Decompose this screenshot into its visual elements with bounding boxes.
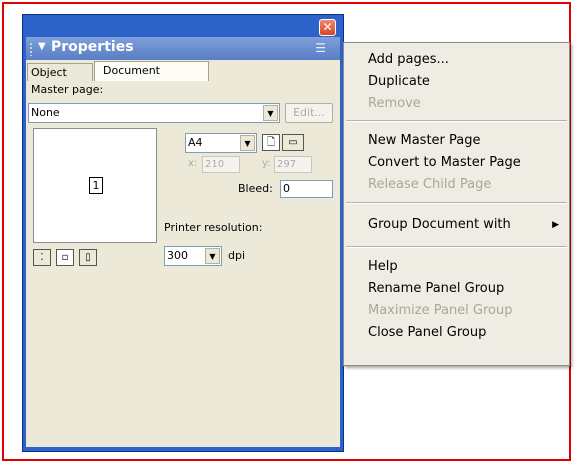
bleed-label: Bleed:: [238, 182, 273, 195]
menu-item-help[interactable]: Help: [344, 256, 569, 278]
menu-item-new-master-page[interactable]: New Master Page: [344, 130, 569, 152]
master-page-value: None: [31, 106, 60, 119]
single-page-icon[interactable]: ▯: [79, 249, 97, 266]
y-input[interactable]: 297: [274, 156, 312, 173]
menu-separator: [346, 246, 567, 248]
menu-item-release-child-page[interactable]: Release Child Page: [344, 174, 569, 196]
page-size-value: A4: [188, 136, 203, 149]
menu-item-maximize-panel-group[interactable]: Maximize Panel Group: [344, 300, 569, 322]
gripper-handle[interactable]: [29, 42, 33, 56]
bleed-input[interactable]: 0: [280, 180, 333, 198]
y-label: y:: [262, 158, 271, 169]
x-input[interactable]: 210: [202, 156, 240, 173]
menu-item-rename-panel-group[interactable]: Rename Panel Group: [344, 278, 569, 300]
page-scatter-icon[interactable]: ⁚: [33, 249, 51, 266]
landscape-icon[interactable]: ▭: [282, 134, 304, 151]
panel-title: Properties: [51, 39, 134, 55]
page-flow-icon[interactable]: ▫: [56, 249, 74, 266]
menu-item-convert-to-master-page[interactable]: Convert to Master Page: [344, 152, 569, 174]
tab-object[interactable]: Object: [27, 63, 93, 81]
options-menu-icon[interactable]: ☰: [315, 41, 326, 55]
close-icon[interactable]: ✕: [319, 19, 336, 36]
menu-item-group-document-with-label: Group Document with: [368, 217, 511, 232]
menu-separator: [346, 120, 567, 122]
tab-document[interactable]: Document: [94, 61, 209, 81]
page-preview: 1: [33, 128, 157, 243]
page-number-box: 1: [89, 177, 103, 194]
menu-item-add-pages[interactable]: Add pages...: [344, 49, 569, 71]
window-title-bar[interactable]: ✕: [23, 15, 343, 37]
resolution-value: 300: [167, 249, 188, 262]
panel-body: ▼ Properties ☰ Object Document Master pa…: [26, 37, 340, 447]
printer-resolution-label: Printer resolution:: [164, 221, 263, 234]
portrait-icon[interactable]: 🗋: [262, 134, 280, 151]
master-page-select[interactable]: None ▼: [28, 103, 280, 123]
master-page-label: Master page:: [31, 83, 104, 96]
chevron-down-icon[interactable]: ▼: [240, 135, 255, 151]
document-tab-content: Master page: None ▼ Edit... 1 A4 ▼ 🗋 ▭ x…: [26, 81, 340, 447]
dpi-label: dpi: [228, 249, 246, 262]
menu-item-close-panel-group[interactable]: Close Panel Group: [344, 322, 569, 344]
resolution-select[interactable]: 300 ▼: [164, 246, 222, 266]
menu-item-group-document-with[interactable]: Group Document with ▶: [344, 214, 569, 236]
collapse-arrow-icon[interactable]: ▼: [38, 41, 46, 52]
edit-button[interactable]: Edit...: [285, 103, 333, 123]
context-menu: Add pages... Duplicate Remove New Master…: [343, 42, 570, 366]
panel-header[interactable]: ▼ Properties ☰: [26, 37, 340, 60]
chevron-down-icon[interactable]: ▼: [263, 105, 278, 121]
menu-item-remove[interactable]: Remove: [344, 93, 569, 115]
chevron-down-icon[interactable]: ▼: [205, 248, 220, 264]
submenu-arrow-icon: ▶: [552, 220, 559, 230]
page-size-select[interactable]: A4 ▼: [185, 133, 257, 153]
properties-window: ✕ ▼ Properties ☰ Object Document Master …: [22, 14, 344, 452]
x-label: x:: [188, 158, 198, 169]
menu-item-duplicate[interactable]: Duplicate: [344, 71, 569, 93]
menu-separator: [346, 202, 567, 204]
